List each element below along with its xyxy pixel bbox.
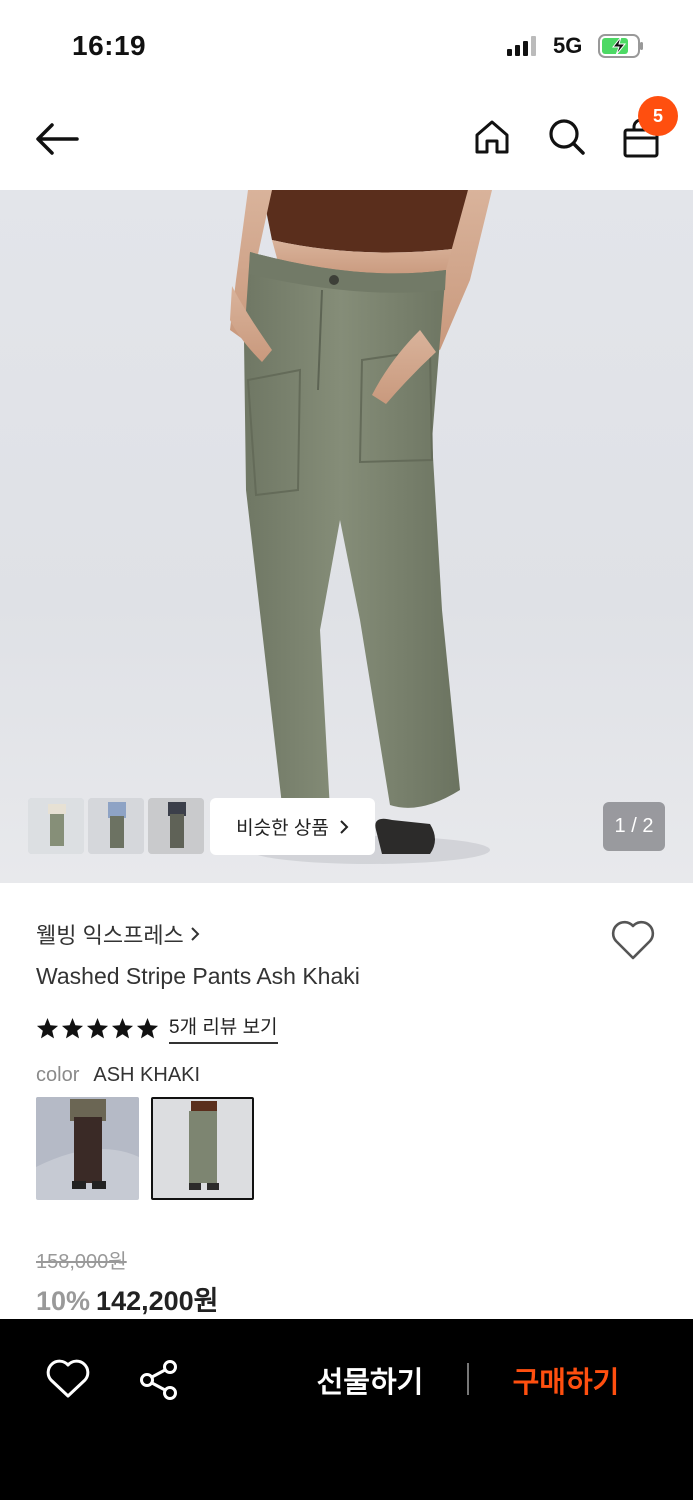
star-icon	[61, 1017, 84, 1038]
discount-rate: 10%	[36, 1286, 91, 1316]
status-time: 16:19	[72, 30, 147, 61]
back-button[interactable]	[30, 112, 84, 166]
price-row: 10% 142,200원	[36, 1279, 219, 1318]
thumbnail-1[interactable]	[28, 798, 84, 854]
color-swatches	[36, 1097, 254, 1200]
similar-products-label: 비슷한 상품	[236, 818, 329, 839]
thumbnail-strip	[28, 798, 204, 854]
star-icon	[86, 1017, 109, 1038]
selected-color-value: ASH KHAKI	[93, 1064, 201, 1086]
status-bar: 16:19 5G	[0, 0, 693, 90]
star-icon	[36, 1017, 59, 1038]
brand-name: 웰빙 익스프레스	[36, 923, 184, 948]
network-label: 5G	[553, 33, 583, 58]
search-button[interactable]	[540, 110, 594, 164]
color-swatch-ash-khaki[interactable]	[151, 1097, 254, 1200]
similar-products-button[interactable]: 비슷한 상품	[210, 798, 375, 855]
original-price: 158,000원	[36, 1251, 127, 1273]
product-image-carousel[interactable]: 비슷한 상품 1 / 2	[0, 190, 693, 883]
color-label: color	[36, 1064, 80, 1086]
share-icon[interactable]	[138, 1359, 180, 1401]
image-page-indicator: 1 / 2	[603, 802, 665, 851]
chevron-right-icon	[340, 819, 349, 834]
star-rating	[36, 1017, 159, 1040]
color-swatch-dark[interactable]	[36, 1097, 139, 1200]
cart-count-badge: 5	[638, 96, 678, 136]
back-arrow-icon	[36, 123, 79, 155]
thumbnail-2[interactable]	[88, 798, 144, 854]
sale-price: 142,200원	[96, 1286, 219, 1316]
bottom-heart-icon[interactable]	[46, 1359, 90, 1399]
home-button[interactable]	[465, 110, 519, 164]
bottom-action-bar: 선물하기 구매하기	[0, 1319, 693, 1500]
battery-icon	[598, 34, 643, 58]
star-icon	[111, 1017, 134, 1038]
bottom-divider	[467, 1363, 469, 1395]
wishlist-heart-icon[interactable]	[610, 918, 656, 962]
top-nav	[0, 90, 693, 190]
product-photo	[230, 190, 492, 864]
buy-button[interactable]: 구매하기	[496, 1357, 636, 1403]
home-icon	[475, 120, 509, 154]
thumbnail-3[interactable]	[148, 798, 204, 854]
product-name: Washed Stripe Pants Ash Khaki	[36, 963, 360, 989]
color-row: color ASH KHAKI	[36, 1064, 200, 1087]
signal-icon	[507, 36, 536, 56]
gift-button[interactable]: 선물하기	[300, 1357, 440, 1403]
search-icon	[549, 119, 585, 155]
chevron-right-icon	[191, 927, 200, 941]
view-reviews-link[interactable]: 5개 리뷰 보기	[169, 1012, 278, 1044]
star-icon	[136, 1017, 159, 1038]
rating-row: 5개 리뷰 보기	[36, 1012, 278, 1044]
brand-link[interactable]: 웰빙 익스프레스	[36, 918, 200, 950]
